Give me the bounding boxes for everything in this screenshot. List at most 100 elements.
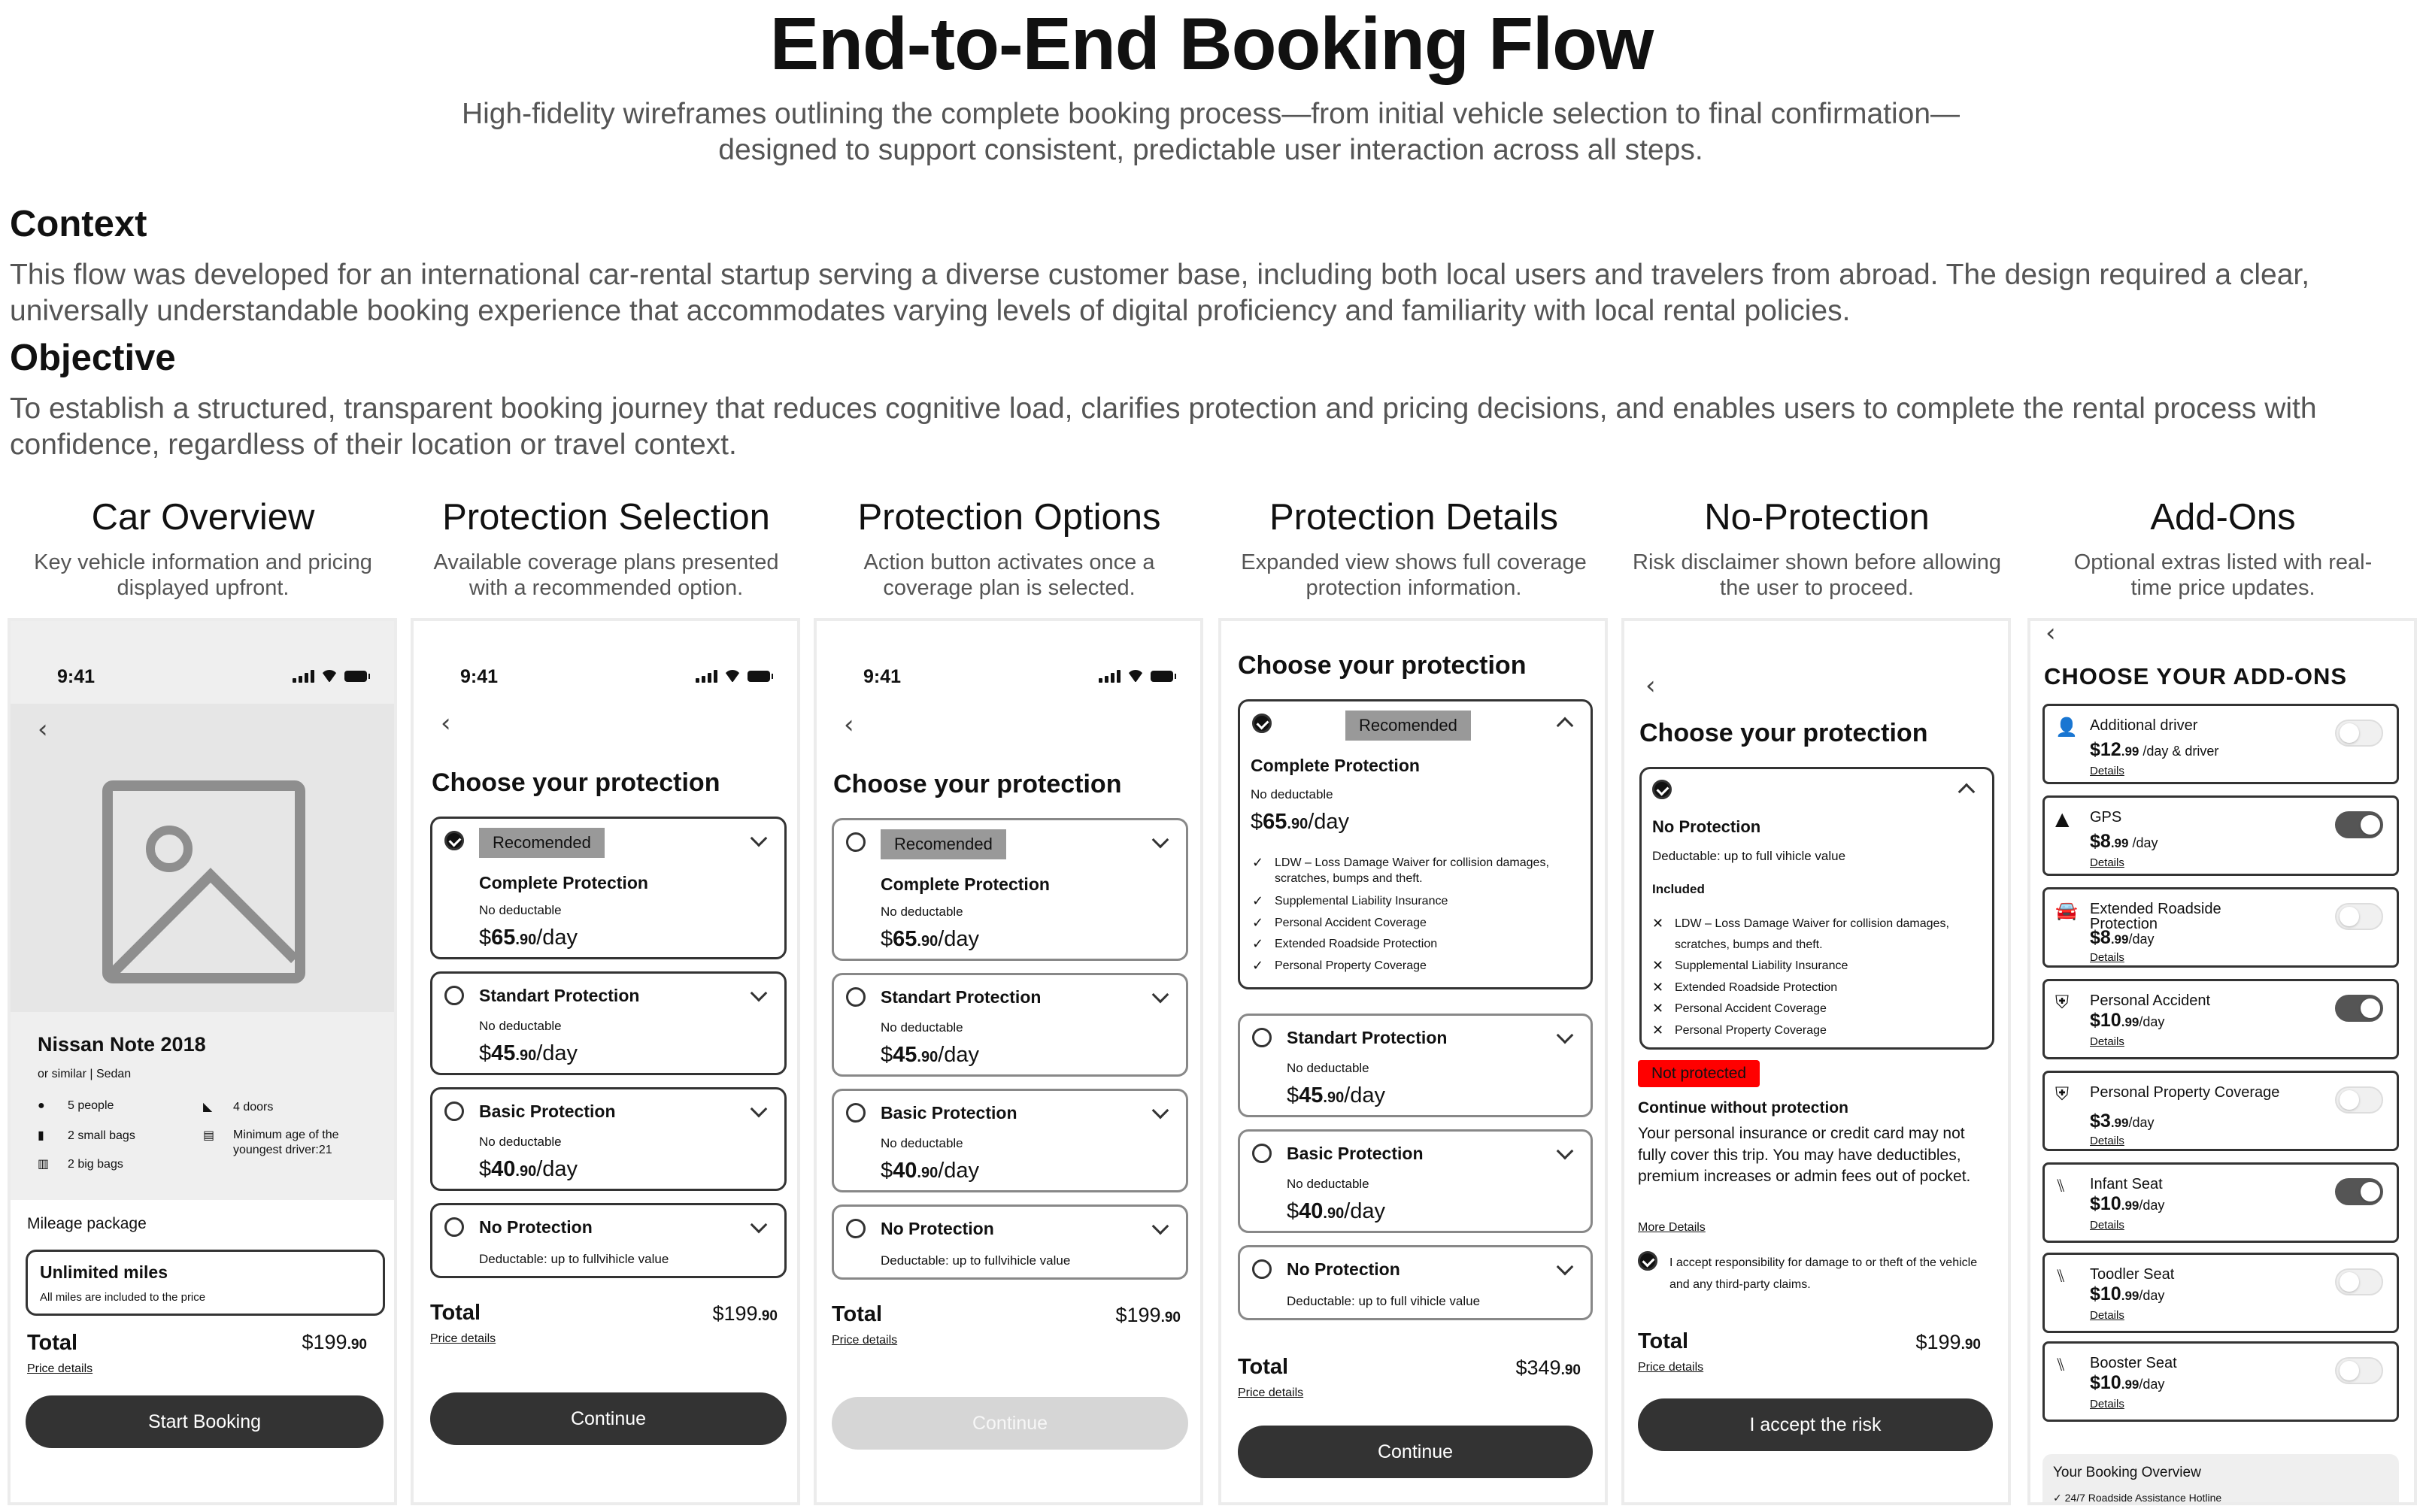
plan-price: $65.90/day bbox=[1251, 810, 1350, 834]
radio-unselected[interactable] bbox=[846, 1103, 866, 1123]
addon-extended-roadside[interactable]: 🚘 Extended Roadside Protection $8.99/day… bbox=[2042, 887, 2399, 968]
plan-card-basic[interactable]: Basic Protection No deductable $40.90/da… bbox=[832, 1089, 1188, 1192]
column-desc: Expanded view shows full coverage protec… bbox=[1241, 550, 1587, 600]
plan-name: No Protection bbox=[1652, 817, 1761, 836]
back-icon[interactable]: ‹ bbox=[844, 710, 854, 740]
back-icon[interactable]: ‹ bbox=[1645, 671, 1656, 701]
chevron-down-icon[interactable] bbox=[1556, 1258, 1574, 1276]
addon-details-link[interactable]: Details bbox=[2090, 856, 2124, 869]
addon-details-link[interactable]: Details bbox=[2090, 1135, 2124, 1147]
continue-button[interactable]: Continue bbox=[1238, 1426, 1593, 1478]
radio-unselected[interactable] bbox=[444, 986, 464, 1005]
addon-toddler-seat[interactable]: ⑊ Toodler Seat $10.99/day Details bbox=[2042, 1253, 2399, 1333]
addon-details-link[interactable]: Details bbox=[2090, 1035, 2124, 1048]
plan-card-none[interactable]: No Protection Deductable: up to fullvihi… bbox=[430, 1203, 787, 1278]
addon-toggle[interactable] bbox=[2335, 1178, 2383, 1205]
radio-unselected[interactable] bbox=[846, 832, 866, 852]
addon-additional-driver[interactable]: 👤 Additional driver $12.99 /day & driver… bbox=[2042, 704, 2399, 784]
chevron-up-icon[interactable] bbox=[1958, 783, 1976, 801]
radio-unselected[interactable] bbox=[846, 1219, 866, 1238]
price-details-link[interactable]: Price details bbox=[1638, 1361, 1703, 1374]
plan-card-standard[interactable]: Standart Protection No deductable $45.90… bbox=[430, 971, 787, 1075]
chevron-down-icon[interactable] bbox=[1151, 986, 1169, 1004]
addon-booster-seat[interactable]: ⑊ Booster Seat $10.99/day Details bbox=[2042, 1341, 2399, 1422]
back-icon[interactable]: ‹ bbox=[2045, 621, 2056, 648]
addon-toggle[interactable] bbox=[2335, 720, 2383, 747]
plan-card-standard[interactable]: Standart Protection No deductable $45.90… bbox=[832, 973, 1188, 1077]
back-icon[interactable]: ‹ bbox=[38, 714, 48, 744]
addon-price: $10.99/day bbox=[2090, 1372, 2165, 1393]
chevron-down-icon[interactable] bbox=[1151, 831, 1169, 849]
plan-price: $40.90/day bbox=[881, 1159, 980, 1183]
price-details-link[interactable]: Price details bbox=[27, 1362, 92, 1376]
price-details-link[interactable]: Price details bbox=[430, 1332, 496, 1346]
addon-details-link[interactable]: Details bbox=[2090, 765, 2124, 777]
radio-unselected[interactable] bbox=[444, 1101, 464, 1121]
back-icon[interactable]: ‹ bbox=[441, 708, 451, 738]
continue-button-disabled[interactable]: Continue bbox=[832, 1397, 1188, 1450]
addons-heading: CHOOSE YOUR ADD-ONS bbox=[2044, 663, 2348, 689]
chevron-down-icon[interactable] bbox=[1151, 1101, 1169, 1120]
continue-button[interactable]: Continue bbox=[430, 1392, 787, 1445]
addon-personal-accident[interactable]: ⛨ Personal Accident $10.99/day Details bbox=[2042, 979, 2399, 1059]
radio-selected[interactable] bbox=[444, 831, 464, 850]
addon-details-link[interactable]: Details bbox=[2090, 1309, 2124, 1322]
start-booking-button[interactable]: Start Booking bbox=[26, 1395, 384, 1448]
column-desc: Available coverage plans presented with … bbox=[433, 550, 779, 600]
plan-card-none-expanded[interactable]: No Protection Deductable: up to full vih… bbox=[1639, 767, 1994, 1050]
chevron-down-icon[interactable] bbox=[1151, 1217, 1169, 1235]
accept-checkbox[interactable] bbox=[1638, 1251, 1657, 1271]
page-subtitle: High-fidelity wireframes outlining the c… bbox=[461, 98, 1961, 166]
price-details-link[interactable]: Price details bbox=[1238, 1386, 1303, 1400]
chevron-down-icon[interactable] bbox=[750, 1100, 768, 1118]
addon-toggle[interactable] bbox=[2335, 811, 2383, 838]
addon-details-link[interactable]: Details bbox=[2090, 1219, 2124, 1232]
plan-note: No deductable bbox=[479, 903, 562, 917]
plan-card-complete-expanded[interactable]: Recomended Complete Protection No deduct… bbox=[1238, 699, 1593, 989]
addon-toggle[interactable] bbox=[2335, 903, 2383, 930]
mileage-card[interactable]: Unlimited miles All miles are included t… bbox=[26, 1250, 385, 1316]
radio-unselected[interactable] bbox=[1252, 1259, 1272, 1279]
accept-risk-button[interactable]: I accept the risk bbox=[1638, 1398, 1993, 1451]
battery-icon bbox=[1151, 670, 1176, 682]
addon-personal-property[interactable]: ⛨ Personal Property Coverage $3.99/day D… bbox=[2042, 1071, 2399, 1151]
chevron-down-icon[interactable] bbox=[750, 829, 768, 847]
addon-infant-seat[interactable]: ⑊ Infant Seat $10.99/day Details bbox=[2042, 1162, 2399, 1243]
plan-card-basic[interactable]: Basic Protection No deductable $40.90/da… bbox=[430, 1087, 787, 1191]
plan-card-complete[interactable]: Recomended Complete Protection No deduct… bbox=[430, 817, 787, 959]
chevron-down-icon[interactable] bbox=[750, 984, 768, 1002]
addon-details-link[interactable]: Details bbox=[2090, 1398, 2124, 1410]
plan-card-basic[interactable]: Basic Protection No deductable $40.90/da… bbox=[1238, 1129, 1593, 1233]
addon-toggle[interactable] bbox=[2335, 1086, 2383, 1114]
plan-card-complete[interactable]: Recomended Complete Protection No deduct… bbox=[832, 818, 1188, 961]
addon-gps[interactable]: ▲ GPS $8.99 /day Details bbox=[2042, 795, 2399, 876]
price-details-link[interactable]: Price details bbox=[832, 1334, 897, 1347]
car-seat-icon: ⑊ bbox=[2055, 1265, 2067, 1286]
door-icon: ◣ bbox=[203, 1101, 213, 1114]
chevron-down-icon[interactable] bbox=[1556, 1142, 1574, 1160]
radio-unselected[interactable] bbox=[1252, 1144, 1272, 1163]
spec-small-bags: ▮ 2 small bags bbox=[38, 1129, 135, 1142]
chevron-up-icon[interactable] bbox=[1556, 717, 1574, 735]
radio-unselected[interactable] bbox=[1252, 1028, 1272, 1047]
status-bar: 9:41 bbox=[414, 666, 797, 696]
radio-selected[interactable] bbox=[1652, 780, 1672, 799]
addon-name: Infant Seat bbox=[2090, 1176, 2163, 1192]
radio-unselected[interactable] bbox=[444, 1217, 464, 1237]
column-desc: Action button activates once a coverage … bbox=[863, 550, 1155, 600]
plan-card-none[interactable]: No Protection Deductable: up to full vih… bbox=[1238, 1245, 1593, 1320]
addon-toggle[interactable] bbox=[2335, 1357, 2383, 1384]
radio-selected[interactable] bbox=[1252, 714, 1272, 733]
chevron-down-icon[interactable] bbox=[750, 1216, 768, 1234]
addon-toggle[interactable] bbox=[2335, 1268, 2383, 1295]
addon-details-link[interactable]: Details bbox=[2090, 951, 2124, 964]
wifi-icon bbox=[1127, 670, 1145, 682]
chevron-down-icon[interactable] bbox=[1556, 1026, 1574, 1044]
car-seat-icon: ⑊ bbox=[2055, 1175, 2067, 1196]
plan-card-standard[interactable]: Standart Protection No deductable $45.90… bbox=[1238, 1014, 1593, 1117]
radio-unselected[interactable] bbox=[846, 987, 866, 1007]
car-icon: 🚘 bbox=[2055, 900, 2078, 921]
more-details-link[interactable]: More Details bbox=[1638, 1221, 1706, 1235]
addon-toggle[interactable] bbox=[2335, 995, 2383, 1022]
plan-card-none[interactable]: No Protection Deductable: up to fullvihi… bbox=[832, 1204, 1188, 1280]
